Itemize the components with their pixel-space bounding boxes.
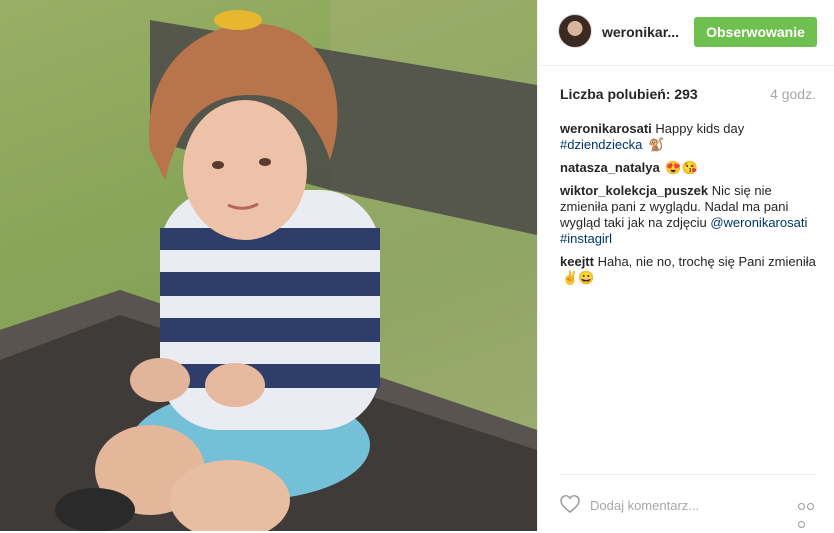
comment-username[interactable]: wiktor_kolekcja_puszek [560,183,708,198]
comment-item: keejtt Haha, nie no, trochę się Pani zmi… [560,254,822,286]
comment-username[interactable]: natasza_natalya [560,160,660,175]
post-footer [560,474,816,531]
post-side-panel: weronikar... Obserwowanie Liczba polubie… [537,0,834,531]
hashtag-link[interactable]: #instagirl [560,231,612,246]
more-dot [798,503,805,510]
following-button[interactable]: Obserwowanie [694,17,817,47]
instagram-post: weronikar... Obserwowanie Liczba polubie… [0,0,834,531]
monkey-emoji-icon: 🐒 [648,137,665,152]
more-dot [807,503,814,510]
comment-item: weronikarosati Happy kids day #dziendzie… [560,121,822,153]
comment-text: Happy kids day [655,121,745,136]
more-dot [798,521,805,528]
post-photo[interactable] [0,0,537,531]
add-comment-input[interactable] [590,495,780,515]
hashtag-link[interactable]: #dziendziecka [560,137,642,152]
post-stats: Liczba polubień: 293 4 godz. [560,86,816,106]
more-options-icon[interactable] [798,497,822,528]
comment-item: natasza_natalya 😍😘 [560,160,822,176]
avatar[interactable] [558,14,592,48]
comment-text: Haha, nie no, trochę się Pani zmieniła [597,254,816,269]
heart-icon[interactable] [560,495,580,513]
comment-username[interactable]: keejtt [560,254,594,269]
post-header: weronikar... Obserwowanie [538,0,834,66]
post-timestamp[interactable]: 4 godz. [770,86,816,102]
comment-username[interactable]: weronikarosati [560,121,652,136]
mention-link[interactable]: @weronikarosati [710,215,807,230]
photo-illustration [0,0,537,531]
heart-eyes-kiss-emoji-icon: 😍😘 [665,160,698,175]
comments-list: weronikarosati Happy kids day #dziendzie… [560,121,822,293]
comment-item: wiktor_kolekcja_puszek Nic się nie zmien… [560,183,822,247]
victory-grin-emoji-icon: ✌😀 [562,270,595,285]
likes-count[interactable]: Liczba polubień: 293 [560,86,698,102]
username-link[interactable]: weronikar... [602,24,679,40]
